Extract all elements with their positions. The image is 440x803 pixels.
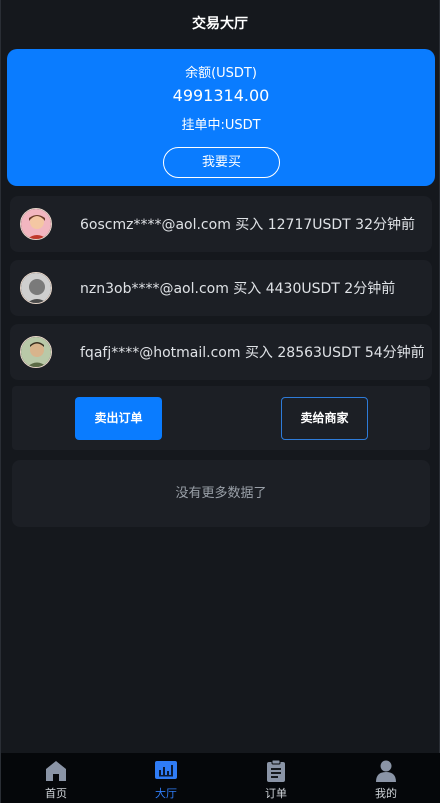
sell-to-merchant-button[interactable]: 卖给商家 xyxy=(281,397,368,440)
page-title: 交易大厅 xyxy=(192,16,248,32)
tab-home[interactable]: 首页 xyxy=(1,753,111,803)
list-item: 6oscmz****@aol.com 买入 12717USDT 32分钟前 xyxy=(10,196,432,252)
trade-feed: 6oscmz****@aol.com 买入 12717USDT 32分钟前 nz… xyxy=(10,196,432,388)
avatar xyxy=(20,336,52,368)
tab-me[interactable]: 我的 xyxy=(331,753,440,803)
no-more-data-text: 没有更多数据了 xyxy=(12,460,430,527)
trading-hall-page: 交易大厅 余额(USDT) 4991314.00 挂单中:USDT 我要买 6o… xyxy=(0,0,440,803)
home-icon xyxy=(46,761,66,781)
avatar xyxy=(20,208,52,240)
balance-card: 余额(USDT) 4991314.00 挂单中:USDT 我要买 xyxy=(7,49,435,186)
balance-value: 4991314.00 xyxy=(172,86,270,105)
list-item: fqafj****@hotmail.com 买入 28563USDT 54分钟前 xyxy=(10,324,432,380)
tab-label: 首页 xyxy=(45,787,67,800)
pending-orders-label: 挂单中:USDT xyxy=(181,118,261,133)
sell-order-button[interactable]: 卖出订单 xyxy=(75,397,162,440)
feed-text: nzn3ob****@aol.com 买入 4430USDT 2分钟前 xyxy=(80,281,396,297)
action-panel: 卖出订单 卖给商家 xyxy=(12,386,430,450)
feed-text: fqafj****@hotmail.com 买入 28563USDT 54分钟前 xyxy=(80,345,425,361)
order-icon xyxy=(267,759,285,782)
tab-hall[interactable]: 大厅 xyxy=(111,753,221,803)
bottom-tab-bar: 首页 大厅 订单 我的 xyxy=(1,753,440,803)
hall-icon xyxy=(155,761,177,779)
avatar xyxy=(20,272,52,304)
buy-button[interactable]: 我要买 xyxy=(163,147,280,178)
feed-text: 6oscmz****@aol.com 买入 12717USDT 32分钟前 xyxy=(80,217,416,233)
tab-label: 我的 xyxy=(375,787,397,800)
tab-label: 订单 xyxy=(265,787,287,800)
balance-label: 余额(USDT) xyxy=(185,66,257,81)
tab-orders[interactable]: 订单 xyxy=(221,753,331,803)
tab-label: 大厅 xyxy=(155,787,177,800)
user-icon xyxy=(376,760,396,782)
list-item: nzn3ob****@aol.com 买入 4430USDT 2分钟前 xyxy=(10,260,432,316)
